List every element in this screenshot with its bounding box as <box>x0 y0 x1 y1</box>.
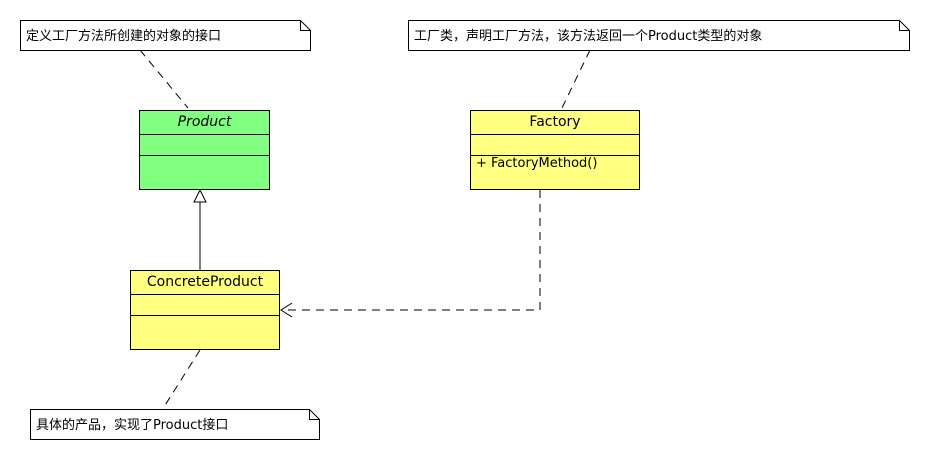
class-concrete-product-name: ConcreteProduct <box>131 271 279 295</box>
class-factory-name: Factory <box>471 111 639 135</box>
class-product[interactable]: Product <box>139 110 270 190</box>
class-factory[interactable]: Factory + FactoryMethod() <box>470 110 640 190</box>
diagram-connectors <box>139 49 591 411</box>
note-product: 定义工厂方法所创建的对象的接口 <box>20 20 311 51</box>
class-concrete-product-operations <box>131 316 279 349</box>
note-anchor-concrete <box>161 349 201 411</box>
class-product-name: Product <box>140 111 269 135</box>
note-anchor-factory <box>561 49 591 109</box>
class-concrete-product[interactable]: ConcreteProduct <box>130 270 280 350</box>
note-factory-text: 工厂类，声明工厂方法，该方法返回一个Product类型的对象 <box>414 29 763 44</box>
factory-method-operation: + FactoryMethod() <box>476 156 598 171</box>
note-concrete-text: 具体的产品，实现了Product接口 <box>36 418 229 433</box>
class-product-operations <box>140 156 269 189</box>
dependency-line <box>282 190 541 311</box>
generalization-arrowhead <box>193 188 207 203</box>
note-anchor-product <box>139 49 189 109</box>
class-factory-attributes <box>471 135 639 156</box>
note-concrete: 具体的产品，实现了Product接口 <box>30 409 320 440</box>
class-factory-operations: + FactoryMethod() <box>471 156 639 189</box>
class-product-attributes <box>140 135 269 156</box>
class-concrete-product-attributes <box>131 295 279 316</box>
note-product-text: 定义工厂方法所创建的对象的接口 <box>26 29 222 44</box>
note-factory: 工厂类，声明工厂方法，该方法返回一个Product类型的对象 <box>408 20 910 51</box>
